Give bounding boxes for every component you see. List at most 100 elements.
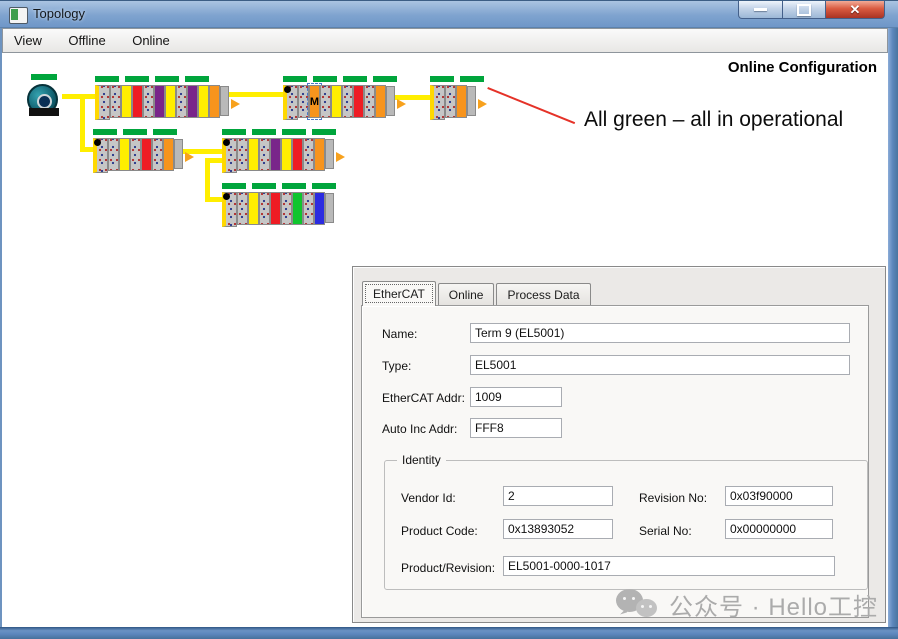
ethercat-cable [205,197,223,202]
maximize-button[interactable] [783,1,826,19]
tab-process-data[interactable]: Process Data [496,283,590,305]
status-green-bar [252,183,276,189]
ethercat-device-group[interactable] [222,183,336,227]
terminal-block[interactable] [270,138,281,171]
ethercat-master-icon[interactable] [26,74,66,120]
end-cap[interactable] [220,86,229,116]
terminal-block[interactable] [292,192,303,225]
terminal-block[interactable] [209,85,220,118]
ethercat-device-group[interactable] [93,129,183,173]
terminal-block[interactable] [248,138,259,171]
terminal-block[interactable] [292,138,303,171]
terminal-block[interactable] [259,138,270,171]
product-code-input[interactable] [503,519,613,539]
close-button[interactable]: ✕ [826,1,885,19]
terminal-block[interactable] [281,138,292,171]
end-cap[interactable] [467,86,476,116]
bus-coupler[interactable] [430,85,445,120]
status-bars [430,76,484,82]
terminal-block[interactable] [375,85,386,118]
terminal-block[interactable] [187,85,198,118]
terminal-row: M [283,85,397,120]
bus-coupler[interactable] [283,85,298,120]
product-revision-label: Product/Revision: [401,561,495,575]
name-input[interactable] [470,323,850,343]
terminal-block[interactable] [320,85,331,118]
terminal-block[interactable] [281,192,292,225]
end-cap[interactable] [174,139,183,169]
menu-item-offline[interactable]: Offline [57,29,116,54]
ethercat-addr-input[interactable] [470,387,562,407]
terminal-block[interactable] [248,192,259,225]
terminal-block[interactable] [163,138,174,171]
bus-coupler[interactable] [93,138,108,173]
terminal-block[interactable] [143,85,154,118]
terminal-block[interactable] [314,138,325,171]
menu-item-view[interactable]: View [3,29,53,54]
terminal-block[interactable] [198,85,209,118]
window-border-bottom[interactable] [0,627,898,639]
terminal-block[interactable] [237,192,248,225]
terminal-block[interactable] [314,192,325,225]
vendor-id-input[interactable] [503,486,613,506]
terminal-block[interactable] [154,85,165,118]
ethercat-device-group[interactable] [95,76,229,120]
end-cap[interactable] [325,139,334,169]
auto-inc-addr-input[interactable] [470,418,562,438]
revision-no-input[interactable] [725,486,833,506]
topology-window: Topology ✕ View Offline Online Online Co… [0,0,898,639]
terminal-row [95,85,229,120]
terminal-block[interactable] [445,85,456,118]
port-dot-icon [284,86,291,93]
terminal-block[interactable] [176,85,187,118]
terminal-block[interactable] [298,85,309,118]
terminal-block[interactable] [119,138,130,171]
terminal-block[interactable] [364,85,375,118]
terminal-block[interactable]: M [309,85,320,118]
wechat-icon [616,588,660,622]
tab-online[interactable]: Online [438,283,495,305]
status-green-bar [93,129,117,135]
product-revision-input[interactable] [503,556,835,576]
terminal-block[interactable] [152,138,163,171]
ethercat-device-group[interactable] [222,129,336,173]
end-cap[interactable] [386,86,395,116]
ebus-arrow-icon [397,99,406,109]
status-bars [222,129,336,135]
terminal-block[interactable] [270,192,281,225]
terminal-block[interactable] [141,138,152,171]
terminal-block[interactable] [237,138,248,171]
tab-strip: EtherCAT Online Process Data [362,281,593,305]
terminal-block[interactable] [303,192,314,225]
terminal-block[interactable] [259,192,270,225]
type-label: Type: [382,359,411,373]
terminal-block[interactable] [130,138,141,171]
terminal-block[interactable] [353,85,364,118]
name-label: Name: [382,327,417,341]
ethercat-device-group[interactable] [430,76,484,120]
terminal-block[interactable] [132,85,143,118]
terminal-block[interactable] [456,85,467,118]
minimize-icon [754,8,767,11]
terminal-block[interactable] [110,85,121,118]
minimize-button[interactable] [738,1,783,19]
tab-ethercat[interactable]: EtherCAT [362,281,436,306]
window-border-right[interactable] [888,28,898,639]
terminal-row [222,192,336,227]
terminal-block[interactable] [303,138,314,171]
ethercat-device-group[interactable]: M [283,76,397,120]
terminal-block[interactable] [331,85,342,118]
terminal-block[interactable] [108,138,119,171]
terminal-block[interactable] [342,85,353,118]
type-input[interactable] [470,355,850,375]
end-cap[interactable] [325,193,334,223]
bus-coupler[interactable] [222,192,237,227]
port-dot-icon [94,139,101,146]
terminal-block[interactable] [121,85,132,118]
menu-item-online[interactable]: Online [121,29,181,54]
ebus-arrow-icon [336,152,345,162]
bus-coupler[interactable] [95,85,110,120]
terminal-block[interactable] [165,85,176,118]
bus-coupler[interactable] [222,138,237,173]
serial-no-input[interactable] [725,519,833,539]
